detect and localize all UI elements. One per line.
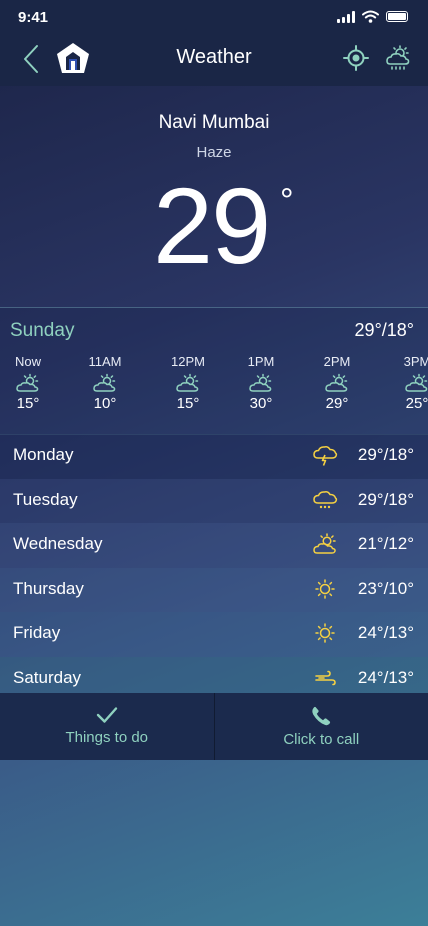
things-to-do-button[interactable]: Things to do <box>0 693 214 760</box>
app-header: Weather <box>0 34 428 86</box>
partly-cloudy-icon <box>313 533 336 554</box>
action-bar: Things to do Click to call <box>0 693 428 760</box>
partly-cloudy-icon <box>16 373 39 392</box>
forecast-row[interactable]: Friday 24°/13° <box>0 612 428 657</box>
current-weather: Navi Mumbai Haze 29 ° <box>0 86 428 308</box>
sun-icon <box>315 623 335 644</box>
today-section: Sunday 29°/18° Now 15° 11AM 10° 12PM 15°… <box>0 307 428 435</box>
hour-item: Now 15° <box>14 354 41 412</box>
status-icons <box>337 10 408 23</box>
hour-item: 3PM 25° <box>403 354 428 412</box>
hour-item: 12PM 15° <box>171 354 205 412</box>
weekly-forecast: Monday 29°/18° Tuesday 29°/18° Wednesday… <box>0 434 428 702</box>
thunderstorm-icon <box>313 446 338 466</box>
partly-cloudy-icon <box>93 373 116 392</box>
partly-cloudy-icon <box>325 373 348 392</box>
location-target-icon[interactable] <box>342 44 370 72</box>
weather-cloud-icon[interactable] <box>384 44 412 72</box>
rain-cloud-icon <box>313 490 338 508</box>
click-to-call-button[interactable]: Click to call <box>213 693 428 760</box>
partly-cloudy-icon <box>249 373 272 392</box>
forecast-row[interactable]: Thursday 23°/10° <box>0 567 428 613</box>
status-time: 9:41 <box>18 9 49 26</box>
cellular-signal-icon <box>337 10 355 23</box>
status-bar: 9:41 <box>0 0 428 34</box>
city-name: Navi Mumbai <box>158 112 270 133</box>
forecast-row[interactable]: Tuesday 29°/18° <box>0 478 428 524</box>
hourly-forecast[interactable]: Now 15° 11AM 10° 12PM 15° 1PM 30° 2PM 29… <box>0 354 428 424</box>
hour-item: 1PM 30° <box>247 354 275 412</box>
partly-cloudy-icon <box>176 373 199 392</box>
partly-cloudy-icon <box>405 373 428 392</box>
checkmark-icon <box>96 707 117 723</box>
forecast-row[interactable]: Wednesday 21°/12° <box>0 523 428 568</box>
sun-icon <box>315 579 335 599</box>
hour-item: 11AM 10° <box>88 354 122 412</box>
wind-icon <box>315 670 336 686</box>
wifi-icon <box>362 10 379 23</box>
current-temperature: 29 <box>153 165 271 286</box>
weather-condition: Haze <box>196 144 232 161</box>
forecast-row[interactable]: Monday 29°/18° <box>0 434 428 479</box>
battery-icon <box>386 11 408 22</box>
phone-icon <box>312 706 331 726</box>
today-hi-lo: 29°/18° <box>354 320 414 340</box>
degree-symbol: ° <box>280 182 294 220</box>
hour-item: 2PM 29° <box>323 354 351 412</box>
today-day-name: Sunday <box>10 320 75 341</box>
